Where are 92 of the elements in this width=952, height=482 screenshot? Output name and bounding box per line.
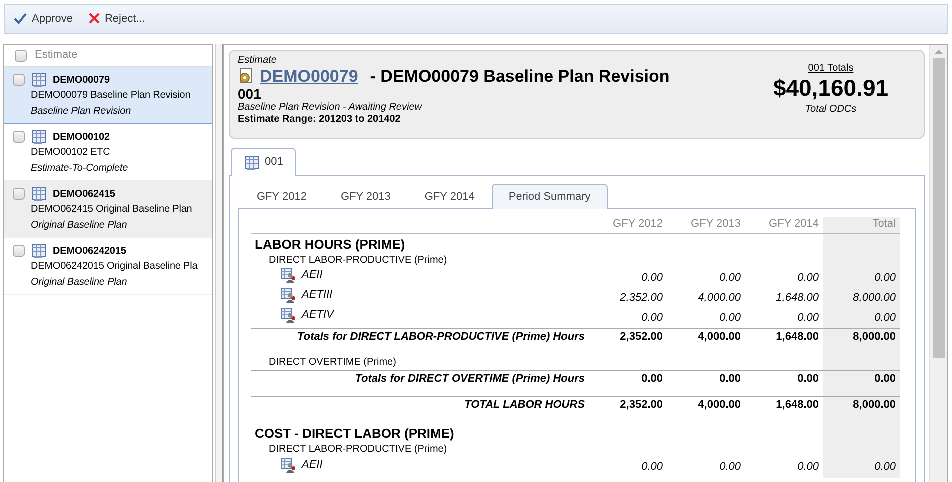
splitter[interactable] (215, 44, 223, 482)
grid-icon (31, 186, 47, 202)
estimate-type: Original Baseline Plan (31, 219, 128, 232)
total-amount: $40,160.91 (772, 75, 890, 103)
status-text: Baseline Plan Revision - Awaiting Review (238, 102, 424, 114)
checkbox[interactable] (13, 131, 25, 143)
column-header: Estimate (35, 48, 78, 63)
section-heading: LABOR HOURS (PRIME) (255, 236, 406, 252)
grid-icon (31, 243, 47, 259)
estimate-title: - DEMO00079 Baseline Plan Revision (370, 66, 670, 86)
people-grid-icon (281, 458, 296, 472)
table-cell: 0.00 (745, 268, 823, 288)
list-item[interactable]: DEMO062415 DEMO062415 Original Baseline Plan Original Baseline Plan (4, 181, 212, 238)
estimate-description: DEMO062415 Original Baseline Plan (31, 203, 192, 216)
table-cell-text: 4,000.00 (697, 290, 742, 306)
checkmark-icon (14, 13, 27, 24)
estimate-type: Estimate-To-Complete (31, 162, 128, 175)
estimate-range: Estimate Range: 201203 to 201402 (238, 114, 402, 126)
table-cell: 8,000.00 (823, 288, 900, 308)
row-label: AEII (302, 458, 323, 472)
caption: Estimate (238, 55, 278, 66)
table-cell: 8,000.00 (823, 396, 900, 422)
checkbox[interactable] (15, 50, 27, 62)
tab[interactable]: GFY 2013 (324, 184, 408, 209)
grid-icon (244, 154, 260, 170)
scroll-up-icon[interactable] (934, 49, 942, 55)
checkbox[interactable] (13, 188, 25, 200)
list-item[interactable]: DEMO00079 DEMO00079 Baseline Plan Revision Baseline Plan Revision (4, 67, 212, 124)
group-label: DIRECT LABOR-PRODUCTIVE (Prime) (269, 444, 448, 455)
tab[interactable]: Period Summary (492, 184, 608, 209)
table-cell: 0.00 (823, 458, 900, 478)
people-grid-icon (281, 288, 296, 303)
table-cell: 0.00 (589, 308, 667, 328)
total-label: Totals for DIRECT LABOR-PRODUCTIVE (Prime) Hours (298, 331, 585, 343)
table-cell: 0.00 (589, 370, 667, 396)
grid-icon (31, 129, 47, 145)
table-cell: 0.00 (823, 268, 900, 288)
table-cell-text: 0.00 (718, 460, 742, 475)
estimate-type: Baseline Plan Revision (31, 105, 132, 118)
table-cell: 8,000.00 (823, 328, 900, 354)
column-header: GFY 2012 (589, 217, 667, 233)
reject-button[interactable]: Reject... (86, 10, 148, 28)
grid-icon (31, 72, 47, 88)
tab[interactable]: GFY 2012 (240, 184, 324, 209)
estimate-code: DEMO00079 (53, 74, 110, 86)
checkbox[interactable] (13, 245, 25, 257)
estimate-code: DEMO062415 (53, 188, 116, 200)
close-icon (88, 13, 100, 24)
approve-button[interactable]: Approve (11, 10, 76, 28)
row-label: AETIV (302, 308, 334, 323)
table-cell: 0.00 (667, 308, 745, 328)
total-label: Totals for DIRECT OVERTIME (Prime) Hours (355, 373, 585, 385)
estimate-link[interactable]: DEMO00079 (260, 66, 358, 86)
table-cell: 0.00 (667, 370, 745, 396)
table-cell: 0.00 (745, 458, 823, 478)
scrollbar[interactable] (929, 45, 947, 482)
group-label: DIRECT LABOR-PRODUCTIVE (Prime) (269, 254, 448, 266)
column-header: Total (823, 217, 900, 233)
estimate-description: DEMO00079 Baseline Plan Revision (31, 89, 191, 102)
row-label: AEII (302, 268, 323, 283)
group-label: DIRECT OVERTIME (Prime) (269, 356, 396, 368)
estimate-number: 001 (238, 86, 262, 102)
table-cell: 1,648.00 (745, 288, 823, 308)
estimate-description: DEMO06242015 Original Baseline Pla (31, 260, 198, 273)
table-cell: 4,000.00 (667, 328, 745, 354)
scrollbar-thumb[interactable] (932, 58, 944, 358)
table-cell-text: 2,352.00 (619, 290, 664, 306)
estimate-code: DEMO06242015 (53, 244, 126, 258)
list-item[interactable]: DEMO06242015 DEMO06242015 Original Baseline Pla Original Baseline Plan (4, 238, 212, 295)
row-label: AETIII (302, 288, 333, 303)
totals-link[interactable]: 001 Totals (808, 63, 854, 74)
tab[interactable]: GFY 2014 (408, 184, 492, 209)
table-cell: 0.00 (823, 308, 900, 328)
table-cell: 0.00 (823, 370, 900, 396)
table-cell: 0.00 (745, 308, 823, 328)
table-cell-text: 0.00 (640, 270, 664, 286)
people-grid-icon (281, 268, 296, 283)
table-cell-text: 0.00 (718, 270, 742, 286)
table-cell: 4,000.00 (667, 396, 745, 422)
total-label: TOTAL LABOR HOURS (464, 399, 585, 411)
table-cell: 2,352.00 (589, 328, 667, 354)
amount-label: Total ODCs (804, 102, 858, 116)
people-grid-icon (281, 308, 296, 323)
column-header: GFY 2013 (667, 217, 745, 233)
estimate-code: DEMO00102 (53, 130, 110, 144)
estimate-type: Original Baseline Plan (31, 276, 128, 289)
table-cell-text: 0.00 (640, 460, 664, 475)
estimate-description: DEMO00102 ETC (31, 146, 112, 159)
section-heading: COST - DIRECT LABOR (PRIME) (255, 426, 454, 441)
checkbox[interactable] (13, 74, 25, 86)
tab[interactable]: 001 (231, 148, 296, 176)
table-cell: 2,352.00 (589, 396, 667, 422)
